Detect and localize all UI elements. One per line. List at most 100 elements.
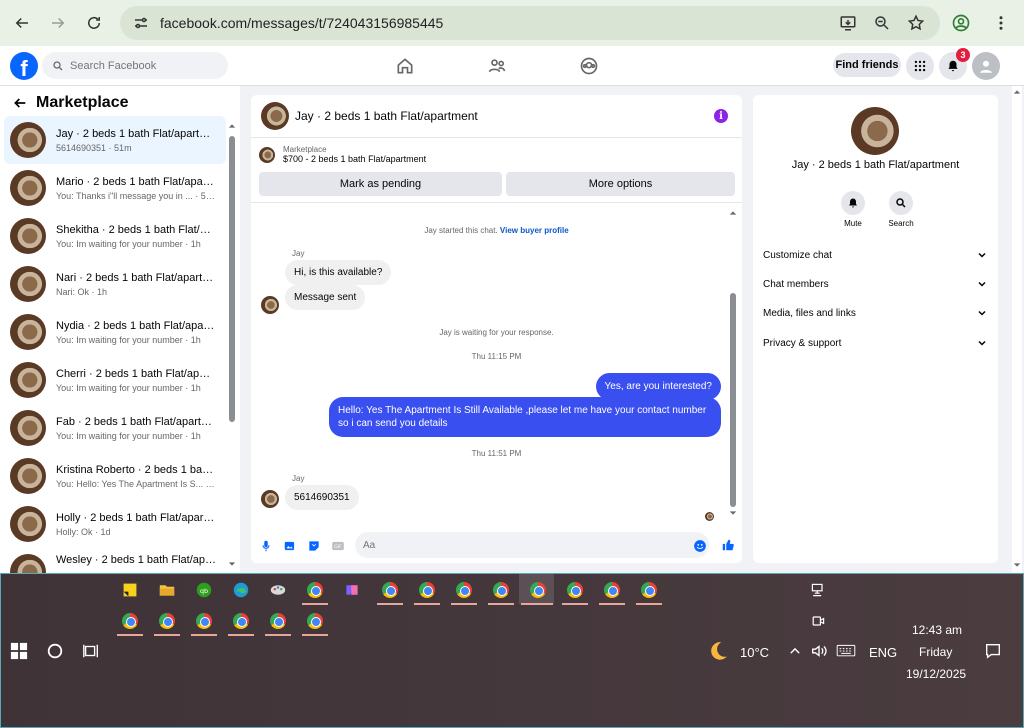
paint-icon[interactable] [267, 579, 289, 601]
scroll-up-icon[interactable] [729, 209, 737, 217]
clock-date[interactable]: 19/12/2025 [906, 667, 966, 681]
scroll-down-icon[interactable] [729, 509, 737, 517]
search-input[interactable] [70, 59, 210, 72]
chrome-icon[interactable] [267, 610, 289, 632]
quickbooks-icon[interactable]: qb [193, 579, 215, 601]
cortana-icon[interactable] [44, 640, 66, 662]
task-view-icon[interactable] [80, 640, 102, 662]
customize-chat-row[interactable]: Customize chat [763, 245, 988, 265]
clock-time[interactable]: 12:43 am [912, 623, 962, 637]
temperature[interactable]: 10°C [740, 645, 769, 660]
chrome-icon[interactable] [304, 579, 326, 601]
mark-as-pending-button[interactable]: Mark as pending [259, 172, 502, 196]
find-friends-button[interactable]: Find friends [833, 53, 901, 77]
incoming-message[interactable]: Hi, is this available? [285, 260, 392, 285]
meet-now-icon[interactable] [807, 610, 829, 632]
clock-day[interactable]: Friday [919, 645, 952, 659]
edge-icon[interactable] [230, 579, 252, 601]
conversation-item[interactable]: Shekitha · 2 beds 1 bath Flat/apartmentY… [4, 212, 226, 260]
avatar [10, 362, 46, 398]
windows-start-icon[interactable] [8, 640, 30, 662]
address-bar[interactable]: facebook.com/messages/t/724043156985445 [120, 6, 940, 40]
menu-grid-icon[interactable] [906, 52, 934, 80]
chrome-icon[interactable] [490, 579, 512, 601]
outgoing-message[interactable]: Yes, are you interested? [595, 373, 721, 400]
site-settings-icon[interactable] [132, 14, 150, 32]
file-explorer-icon[interactable] [156, 579, 178, 601]
bookmark-star-icon[interactable] [906, 13, 926, 33]
sidebar-scrollbar[interactable] [228, 122, 236, 422]
notification-center-icon[interactable] [982, 640, 1004, 662]
conversation-item[interactable]: Nari · 2 beds 1 bath Flat/apartment Nari:… [4, 260, 226, 308]
sticky-notes-icon[interactable] [119, 579, 141, 601]
listing-summary[interactable]: Marketplace $700 - 2 beds 1 bath Flat/ap… [259, 145, 426, 164]
chrome-icon[interactable] [601, 579, 623, 601]
network-icon[interactable] [807, 579, 829, 601]
conversation-item[interactable]: Fab · 2 beds 1 bath Flat/apartment You: I… [4, 404, 226, 452]
chrome-menu-icon[interactable] [988, 9, 1014, 37]
conversation-item[interactable]: Jay · 2 beds 1 bath Flat/apartment 561469… [4, 116, 226, 164]
chrome-icon[interactable] [416, 579, 438, 601]
back-button[interactable] [8, 9, 36, 37]
page-scrollbar[interactable] [1012, 86, 1022, 573]
conversation-item[interactable]: Kristina Roberto · 2 beds 1 bath Flat/ap… [4, 452, 226, 500]
chrome-icon[interactable] [304, 610, 326, 632]
reload-button[interactable] [80, 9, 108, 37]
copilot-icon[interactable] [341, 579, 363, 601]
view-buyer-profile-link[interactable]: View buyer profile [500, 226, 569, 235]
chat-members-row[interactable]: Chat members [763, 274, 988, 294]
chat-avatar[interactable] [261, 102, 289, 130]
microphone-icon[interactable] [259, 539, 273, 553]
sticker-icon[interactable] [307, 539, 321, 553]
forward-button[interactable] [44, 9, 72, 37]
chrome-icon-active[interactable] [527, 579, 549, 601]
more-options-button[interactable]: More options [506, 172, 735, 196]
chrome-icon[interactable] [230, 610, 252, 632]
volume-icon[interactable] [808, 640, 830, 662]
facebook-search[interactable] [42, 52, 228, 79]
scroll-up-icon[interactable] [228, 122, 236, 130]
chrome-icon[interactable] [379, 579, 401, 601]
conversation-item[interactable]: Cherri · 2 beds 1 bath Flat/apartmentYou… [4, 356, 226, 404]
chrome-icon[interactable] [638, 579, 660, 601]
friends-icon[interactable] [482, 52, 512, 80]
account-avatar[interactable] [972, 52, 1000, 80]
groups-icon[interactable] [574, 52, 604, 80]
zoom-icon[interactable] [872, 13, 892, 33]
scroll-down-icon[interactable] [228, 560, 236, 568]
home-icon[interactable] [390, 52, 420, 80]
install-app-icon[interactable] [838, 13, 858, 33]
message-input[interactable] [355, 532, 709, 558]
emoji-icon[interactable] [693, 539, 707, 553]
gif-icon[interactable]: GIF [331, 539, 345, 553]
photo-icon[interactable] [283, 539, 297, 553]
mute-button[interactable]: Mute [838, 191, 868, 228]
conversation-item[interactable]: Mario · 2 beds 1 bath Flat/apartmentYou:… [4, 164, 226, 212]
chat-title[interactable]: Jay · 2 beds 1 bath Flat/apartment [295, 109, 478, 123]
back-arrow-icon[interactable] [12, 95, 28, 111]
chrome-icon[interactable] [156, 610, 178, 632]
chrome-icon[interactable] [193, 610, 215, 632]
chat-scrollbar[interactable] [729, 209, 737, 519]
incoming-message[interactable]: 5614690351 [285, 485, 359, 510]
conversation-item[interactable]: Nydia · 2 beds 1 bath Flat/apartmentYou:… [4, 308, 226, 356]
chrome-icon[interactable] [564, 579, 586, 601]
facebook-logo-icon[interactable]: f [10, 52, 38, 80]
chrome-icon[interactable] [453, 579, 475, 601]
conversation-item[interactable]: Holly · 2 beds 1 bath Flat/apartment Holl… [4, 500, 226, 548]
incoming-message[interactable]: Message sent [285, 285, 366, 310]
chevron-up-icon[interactable] [784, 640, 806, 662]
scroll-up-icon[interactable] [1013, 88, 1021, 96]
chrome-icon[interactable] [119, 610, 141, 632]
media-files-links-row[interactable]: Media, files and links [763, 303, 988, 323]
keyboard-icon[interactable] [835, 640, 857, 662]
like-thumb-icon[interactable] [721, 538, 735, 552]
profile-avatar[interactable] [851, 107, 899, 155]
language-indicator[interactable]: ENG [869, 645, 897, 660]
profile-icon[interactable] [948, 9, 974, 37]
info-icon[interactable]: i [714, 109, 728, 123]
scroll-down-icon[interactable] [1013, 561, 1021, 569]
privacy-support-row[interactable]: Privacy & support [763, 333, 988, 353]
search-in-chat-button[interactable]: Search [886, 191, 916, 228]
outgoing-message[interactable]: Hello: Yes The Apartment Is Still Availa… [329, 397, 721, 437]
